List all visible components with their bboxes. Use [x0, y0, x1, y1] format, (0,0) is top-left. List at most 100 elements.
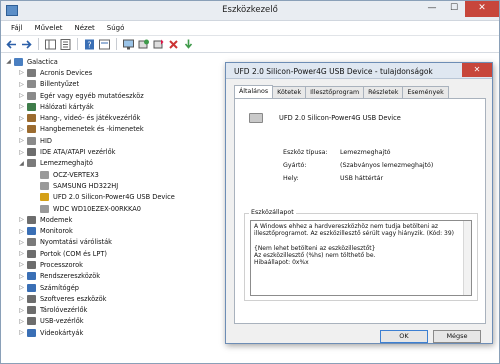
- tab-driver[interactable]: Illesztőprogram: [305, 86, 365, 98]
- tree-item-label: UFD 2.0 Silicon-Power4G USB Device: [53, 193, 175, 202]
- update-driver-icon[interactable]: [152, 38, 165, 51]
- expand-arrow-icon[interactable]: ▷: [18, 307, 25, 314]
- status-line: [254, 238, 468, 245]
- menu-file[interactable]: Fájl: [5, 24, 29, 32]
- device-category-icon: [27, 114, 36, 123]
- title-bar: Eszközkezelő — ☐ ✕: [1, 1, 499, 21]
- location-label: Hely:: [283, 175, 299, 182]
- expand-arrow-icon[interactable]: ▷: [18, 103, 25, 110]
- device-category-icon: [40, 204, 49, 213]
- device-category-icon: [27, 283, 36, 292]
- tree-item-label: Hálózati kártyák: [40, 102, 94, 111]
- expand-arrow-icon[interactable]: ▷: [18, 126, 25, 133]
- scan-hardware-icon[interactable]: [137, 38, 150, 51]
- tree-item-label: Tárolóvezérlők: [40, 306, 88, 315]
- download-icon[interactable]: [182, 38, 195, 51]
- device-category-icon: [27, 272, 36, 281]
- device-name: UFD 2.0 Silicon-Power4G USB Device: [279, 114, 401, 122]
- expand-arrow-icon[interactable]: ▷: [18, 250, 25, 257]
- expand-arrow-icon[interactable]: ▷: [18, 261, 25, 268]
- close-button[interactable]: ✕: [465, 1, 499, 17]
- tree-item-label: OCZ-VERTEX3: [53, 170, 99, 179]
- device-category-icon: [27, 125, 36, 134]
- expand-arrow-icon[interactable]: ▷: [18, 318, 25, 325]
- expand-arrow-icon[interactable]: ▷: [18, 228, 25, 235]
- uninstall-icon[interactable]: [167, 38, 180, 51]
- tree-item-label: Egér vagy egyéb mutatóeszköz: [40, 91, 144, 100]
- expand-arrow-icon[interactable]: ▷: [18, 295, 25, 302]
- general-tab-panel: UFD 2.0 Silicon-Power4G USB Device Eszkö…: [234, 98, 486, 324]
- expand-arrow-icon[interactable]: ▷: [18, 69, 25, 76]
- dialog-title: UFD 2.0 Silicon-Power4G USB Device - tul…: [234, 67, 433, 76]
- tree-item-label: Nyomtatási várólisták: [40, 238, 112, 247]
- expand-arrow-icon[interactable]: ▷: [18, 92, 25, 99]
- device-category-icon: [27, 68, 36, 77]
- expand-arrow-icon[interactable]: ▷: [18, 137, 25, 144]
- expand-arrow-icon[interactable]: ▷: [18, 149, 25, 156]
- collapse-arrow-icon[interactable]: ◢: [5, 58, 12, 65]
- expand-arrow-icon[interactable]: ▷: [18, 115, 25, 122]
- tree-item-label: Galactica: [27, 57, 58, 66]
- dialog-title-bar: UFD 2.0 Silicon-Power4G USB Device - tul…: [226, 63, 492, 79]
- help-icon[interactable]: ?: [83, 38, 96, 51]
- device-category-icon: [27, 328, 36, 337]
- expand-arrow-icon[interactable]: ▷: [18, 81, 25, 88]
- tree-item-label: Billentyűzet: [40, 80, 80, 89]
- ok-button[interactable]: OK: [380, 330, 428, 343]
- cancel-button[interactable]: Mégse: [433, 330, 481, 343]
- device-status-textbox[interactable]: A Windows ehhez a hardvereszközhöz nem t…: [250, 220, 472, 296]
- device-type-label: Eszköz típusa:: [283, 149, 328, 156]
- toolbar-separator: [116, 38, 117, 50]
- tree-item-label: Szoftveres eszközök: [40, 294, 107, 303]
- expand-arrow-icon[interactable]: ▷: [18, 273, 25, 280]
- menu-help[interactable]: Súgó: [101, 24, 131, 32]
- tree-item-label: Modemek: [40, 215, 73, 224]
- properties-dialog: UFD 2.0 Silicon-Power4G USB Device - tul…: [225, 62, 493, 344]
- tree-item-label: SAMSUNG HD322HJ: [53, 181, 119, 190]
- collapse-arrow-icon[interactable]: ◢: [18, 160, 25, 167]
- tree-item-label: Acronis Devices: [40, 68, 93, 77]
- expand-arrow-icon[interactable]: ▷: [18, 329, 25, 336]
- device-category-icon: [27, 102, 36, 111]
- tree-item-label: HID: [40, 136, 52, 145]
- device-category-icon: [27, 306, 36, 315]
- toolbar: ?: [1, 36, 499, 53]
- status-scrollbar[interactable]: [463, 221, 471, 295]
- tab-events[interactable]: Események: [402, 86, 449, 98]
- device-category-icon: [40, 170, 49, 179]
- menu-action[interactable]: Művelet: [29, 24, 69, 32]
- maximize-button[interactable]: ☐: [443, 1, 465, 17]
- tree-item-label: USB-vezérlők: [40, 317, 84, 326]
- expand-arrow-icon[interactable]: ▷: [18, 284, 25, 291]
- device-category-icon: [14, 57, 23, 66]
- forward-icon[interactable]: [20, 38, 33, 51]
- location-value: USB háttértár: [340, 175, 384, 182]
- tab-general[interactable]: Általános: [234, 85, 274, 98]
- view-icon[interactable]: [98, 38, 111, 51]
- dialog-tabs: Általános Kötetek Illesztőprogram Részle…: [234, 85, 449, 98]
- device-type-value: Lemezmeghajtó: [340, 149, 391, 156]
- show-hide-tree-icon[interactable]: [44, 38, 57, 51]
- status-line: Az eszközillesztő (%hs) nem tölthető be.: [254, 252, 376, 260]
- device-category-icon: [27, 238, 36, 247]
- tree-item-label: Hangbemenetek és -kimenetek: [40, 125, 144, 134]
- tree-item-label: Hang-, videó- és játékvezérlők: [40, 114, 141, 123]
- status-line: illesztőprogramot. Az eszközillesztő sér…: [254, 230, 455, 238]
- tab-details[interactable]: Részletek: [363, 86, 404, 98]
- tab-volumes[interactable]: Kötetek: [272, 86, 307, 98]
- expand-arrow-icon[interactable]: ▷: [18, 239, 25, 246]
- tree-item-label: Videokártyák: [40, 328, 84, 337]
- device-category-icon: [27, 91, 36, 100]
- device-category-icon: [27, 80, 36, 89]
- device-category-icon: [27, 260, 36, 269]
- monitor-icon[interactable]: [122, 38, 135, 51]
- tree-item-label: IDE ATA/ATAPI vezérlők: [40, 148, 116, 157]
- back-icon[interactable]: [5, 38, 18, 51]
- expand-arrow-icon[interactable]: ▷: [18, 216, 25, 223]
- device-category-icon: [40, 181, 49, 190]
- properties-icon[interactable]: [59, 38, 72, 51]
- disk-drive-icon: [249, 113, 263, 123]
- dialog-close-button[interactable]: ✕: [462, 63, 492, 77]
- menu-view[interactable]: Nézet: [69, 24, 101, 32]
- minimize-button[interactable]: —: [421, 1, 443, 17]
